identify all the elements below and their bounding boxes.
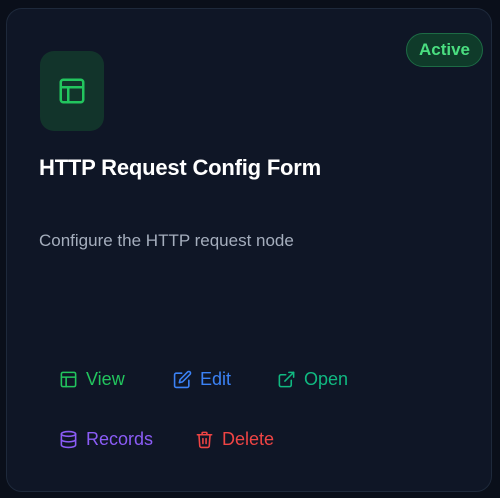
database-icon bbox=[60, 430, 77, 448]
view-button[interactable]: View bbox=[59, 367, 125, 391]
status-badge: Active bbox=[405, 33, 483, 67]
form-card: Active HTTP Request Config Form Configur… bbox=[6, 8, 492, 492]
card-title: HTTP Request Config Form bbox=[39, 155, 322, 180]
open-button[interactable]: Open bbox=[277, 367, 348, 391]
edit-button[interactable]: Edit bbox=[173, 367, 231, 391]
trash-icon bbox=[196, 431, 213, 448]
edit-icon bbox=[173, 370, 192, 388]
open-label: Open bbox=[304, 368, 349, 389]
records-button[interactable]: Records bbox=[59, 427, 153, 451]
form-icon-container bbox=[40, 51, 104, 131]
card-description: Configure the HTTP request node bbox=[39, 231, 294, 250]
view-label: View bbox=[86, 368, 125, 389]
layout-form-icon bbox=[59, 78, 85, 104]
delete-label: Delete bbox=[222, 428, 275, 449]
layout-icon bbox=[60, 371, 77, 387]
delete-button[interactable]: Delete bbox=[195, 427, 274, 451]
edit-label: Edit bbox=[200, 368, 232, 389]
records-label: Records bbox=[86, 428, 154, 449]
external-link-icon bbox=[278, 371, 295, 387]
